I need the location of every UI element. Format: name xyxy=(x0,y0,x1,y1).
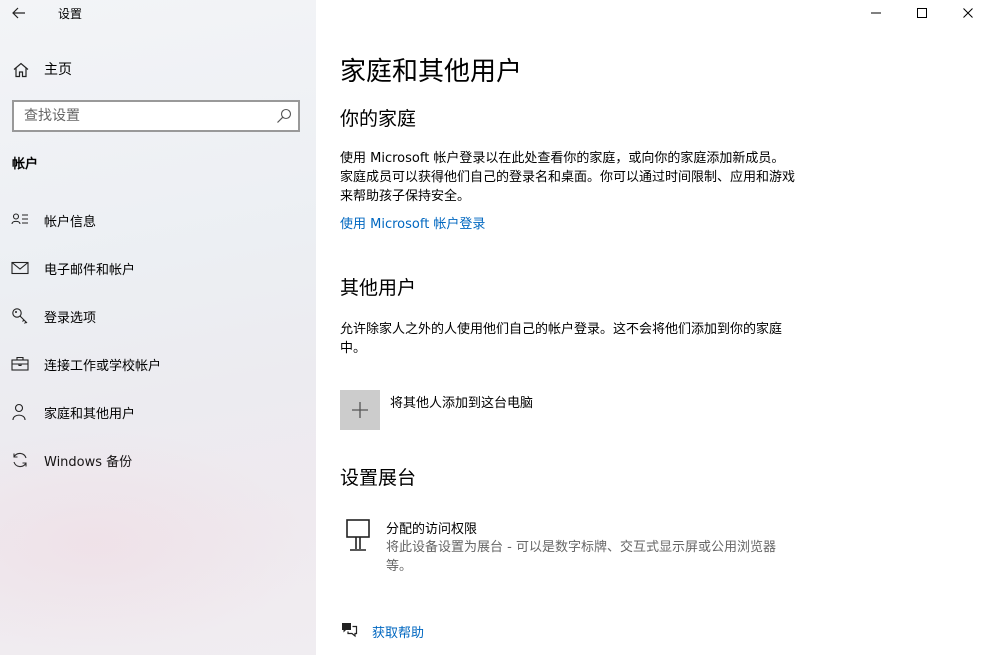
minimize-icon xyxy=(871,12,881,14)
mail-icon xyxy=(11,261,29,275)
sync-icon xyxy=(13,452,27,468)
title-bar: 设置 xyxy=(0,0,316,26)
sidebar-item-family[interactable]: 家庭和其他用户 xyxy=(0,388,316,436)
sidebar-item-label: 帐户信息 xyxy=(44,214,97,230)
sidebar-item-work-school[interactable]: 连接工作或学校帐户 xyxy=(0,340,316,388)
sidebar-item-label: 登录选项 xyxy=(44,310,97,326)
close-icon xyxy=(963,8,973,18)
sidebar-nav: 帐户信息 电子邮件和帐户 登录选项 连接工作或学校帐户 家庭和其他用户 Wind… xyxy=(0,196,316,484)
key-icon xyxy=(12,308,28,324)
page-title: 家庭和其他用户 xyxy=(340,57,523,87)
home-icon xyxy=(13,62,29,78)
kiosk-heading: 设置展台 xyxy=(340,467,417,489)
family-heading: 你的家庭 xyxy=(340,108,417,130)
app-title: 设置 xyxy=(58,7,83,21)
back-button[interactable] xyxy=(6,2,32,24)
other-users-description: 允许除家人之外的人使用他们自己的帐户登录。这不会将他们添加到你的家庭中。 xyxy=(340,322,783,356)
sidebar-item-label: Windows 备份 xyxy=(44,454,133,470)
sidebar-item-backup[interactable]: Windows 备份 xyxy=(0,436,316,484)
add-user-label[interactable]: 将其他人添加到这台电脑 xyxy=(390,392,533,411)
search-input[interactable] xyxy=(14,103,264,129)
sidebar-item-account-info[interactable]: 帐户信息 xyxy=(0,196,316,244)
plus-icon xyxy=(352,402,368,418)
help-chat-icon xyxy=(342,623,358,638)
briefcase-icon xyxy=(11,356,29,371)
nav-home-label: 主页 xyxy=(44,62,72,78)
back-arrow-icon xyxy=(12,7,25,19)
assigned-access-link[interactable]: 分配的访问权限 xyxy=(386,518,477,537)
maximize-icon xyxy=(917,8,927,18)
assigned-access-description: 将此设备设置为展台 - 可以是数字标牌、交互式显示屏或公用浏览器等。 xyxy=(386,540,776,574)
sidebar: 设置 主页 帐户 帐户信息 电子邮件和帐户 xyxy=(0,0,316,655)
family-description: 使用 Microsoft 帐户登录以在此处查看你的家庭，或向你的家庭添加新成员。… xyxy=(340,151,796,204)
account-info-icon xyxy=(11,213,28,225)
microsoft-signin-link[interactable]: 使用 Microsoft 帐户登录 xyxy=(340,213,485,232)
nav-home[interactable]: 主页 xyxy=(0,54,316,84)
sidebar-item-signin-options[interactable]: 登录选项 xyxy=(0,292,316,340)
search-box xyxy=(12,100,300,132)
sidebar-item-label: 连接工作或学校帐户 xyxy=(44,358,162,374)
get-help-link[interactable]: 获取帮助 xyxy=(372,622,424,641)
window-controls xyxy=(853,0,991,26)
minimize-button[interactable] xyxy=(853,0,899,26)
maximize-button[interactable] xyxy=(899,0,945,26)
search-icon[interactable] xyxy=(276,108,292,124)
sidebar-item-email[interactable]: 电子邮件和帐户 xyxy=(0,244,316,292)
kiosk-icon xyxy=(346,519,370,551)
sidebar-section-title: 帐户 xyxy=(12,157,39,172)
sidebar-item-label: 电子邮件和帐户 xyxy=(44,262,136,278)
person-icon xyxy=(12,403,26,421)
add-user-button[interactable] xyxy=(340,390,380,430)
other-users-heading: 其他用户 xyxy=(340,277,417,299)
close-button[interactable] xyxy=(945,0,991,26)
sidebar-item-label: 家庭和其他用户 xyxy=(44,406,136,422)
